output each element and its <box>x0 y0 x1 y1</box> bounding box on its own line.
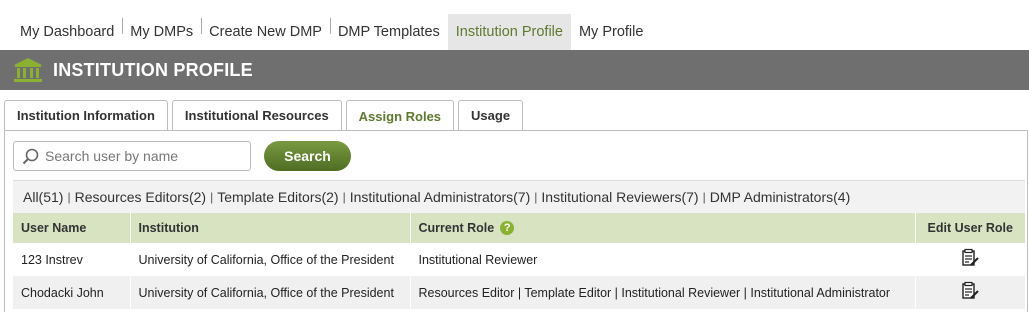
cell-current-role: Institutional Reviewer <box>410 243 916 276</box>
cell-institution: University of California, Office of the … <box>130 276 411 309</box>
edit-role-icon[interactable] <box>960 281 980 301</box>
search-box <box>13 141 251 171</box>
filter-resources-editors[interactable]: Resources Editors(2) <box>71 189 211 205</box>
col-edit-user-role: Edit User Role <box>915 213 1025 243</box>
cell-user-name: Chodacki John <box>13 276 131 309</box>
cell-institution: University of California, Office of the … <box>130 243 411 276</box>
nav-create-new-dmp[interactable]: Create New DMP <box>201 14 330 50</box>
page-header: INSTITUTION PROFILE <box>0 50 1029 90</box>
tab-assign-roles[interactable]: Assign Roles <box>345 100 455 132</box>
filter-institutional-administrators[interactable]: Institutional Administrators(7) <box>346 189 535 205</box>
nav-my-profile[interactable]: My Profile <box>571 14 651 50</box>
institution-icon <box>14 58 42 82</box>
col-current-role[interactable]: Current Role? <box>410 213 916 243</box>
search-input[interactable] <box>43 147 242 165</box>
col-institution[interactable]: Institution <box>130 213 411 243</box>
tab-usage[interactable]: Usage <box>458 100 524 130</box>
role-filter-bar: All(51) | Resources Editors(2) | Templat… <box>13 180 1025 213</box>
page-title: INSTITUTION PROFILE <box>53 59 253 80</box>
tab-institution-information[interactable]: Institution Information <box>4 100 168 130</box>
tab-institutional-resources[interactable]: Institutional Resources <box>171 100 342 130</box>
nav-my-dmps[interactable]: My DMPs <box>122 14 201 50</box>
cell-edit <box>915 276 1025 309</box>
help-icon[interactable]: ? <box>500 221 515 235</box>
table-header-row: User Name Institution Current Role? Edit… <box>13 213 1025 243</box>
col-current-role-label: Current Role <box>418 221 495 235</box>
edit-role-icon[interactable] <box>960 248 980 268</box>
filter-all[interactable]: All(51) <box>13 189 67 205</box>
filter-template-editors[interactable]: Template Editors(2) <box>213 189 342 205</box>
filter-institutional-reviewers[interactable]: Institutional Reviewers(7) <box>537 189 702 205</box>
top-nav: My Dashboard My DMPs Create New DMP DMP … <box>12 14 651 50</box>
table-row: 123 Instrev University of California, Of… <box>13 243 1025 276</box>
col-user-name[interactable]: User Name <box>13 213 131 243</box>
users-table: User Name Institution Current Role? Edit… <box>13 213 1025 309</box>
nav-dmp-templates[interactable]: DMP Templates <box>329 14 448 50</box>
nav-my-dashboard[interactable]: My Dashboard <box>12 14 122 50</box>
cell-edit <box>915 243 1025 276</box>
filter-dmp-administrators[interactable]: DMP Administrators(4) <box>706 189 855 205</box>
search-button[interactable]: Search <box>264 141 351 171</box>
profile-tabs: Institution Information Institutional Re… <box>4 100 527 132</box>
cell-current-role: Resources Editor | Template Editor | Ins… <box>410 276 916 309</box>
cell-user-name: 123 Instrev <box>13 243 131 276</box>
search-icon <box>22 148 39 164</box>
table-row: Chodacki John University of California, … <box>13 276 1025 309</box>
nav-institution-profile[interactable]: Institution Profile <box>447 14 571 50</box>
